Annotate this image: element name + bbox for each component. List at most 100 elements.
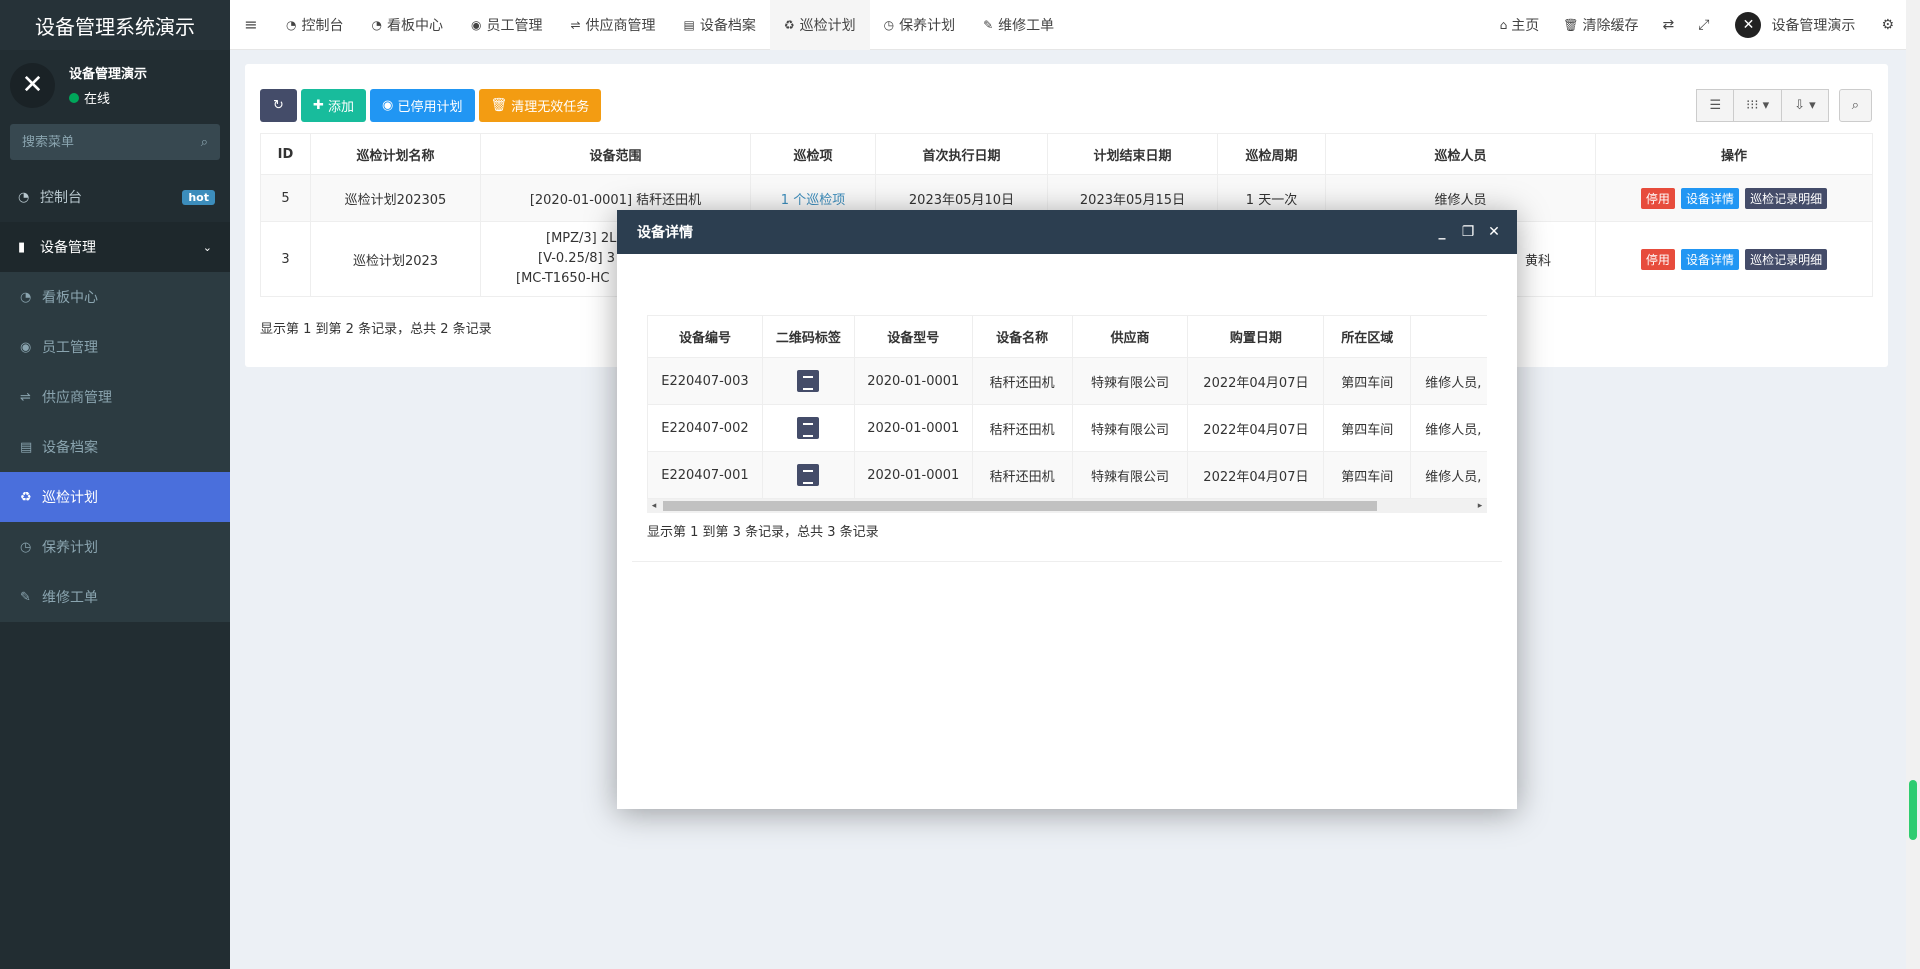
column-header[interactable]: 设备型号 <box>853 315 973 358</box>
tab-archive[interactable]: ▤ 设备档案 <box>670 0 770 50</box>
user-panel: ✕ 设备管理演示 在线 <box>0 50 230 120</box>
sidebar-item-board[interactable]: ◔ 看板中心 <box>0 272 230 322</box>
horizontal-scrollbar[interactable]: ◂ ▸ <box>647 499 1487 513</box>
dashboard-icon: ◔ <box>20 289 32 305</box>
modal-body: 设备编号 二维码标签 设备型号 设备名称 供应商 购置日期 所在区域 负 E22… <box>617 254 1517 809</box>
modal-header[interactable]: 设备详情 _ ❐ ✕ <box>617 210 1517 254</box>
column-header[interactable]: 计划结束日期 <box>1047 133 1218 175</box>
handshake-icon: ⇌ <box>20 389 31 405</box>
equipment-detail-button[interactable]: 设备详情 <box>1680 248 1739 270</box>
column-header[interactable]: 巡检周期 <box>1217 133 1326 175</box>
user-icon: ◉ <box>470 17 482 32</box>
toggle-view-button[interactable]: ☰ <box>1696 89 1735 122</box>
plus-icon: ✚ <box>313 98 329 113</box>
tab-inspection[interactable]: ♻ 巡检计划 <box>769 0 870 50</box>
user-menu[interactable]: ✕ 设备管理演示 <box>1721 11 1869 38</box>
book-icon: ▮ <box>18 239 26 255</box>
close-icon[interactable]: ✕ <box>1481 224 1507 240</box>
page-scrollbar[interactable] <box>1906 0 1920 969</box>
menu-search-input[interactable] <box>22 134 201 150</box>
user-name: 设备管理演示 <box>69 67 148 82</box>
recycle-icon: ♻ <box>20 489 32 505</box>
search-button[interactable]: ⌕ <box>1838 89 1872 122</box>
column-header[interactable]: 设备编号 <box>647 315 763 358</box>
inspection-items-link[interactable]: 1 个巡检项 <box>781 193 845 208</box>
grid-icon: ⁝⁝⁝ ▾ <box>1746 98 1770 113</box>
trash-icon: 🗑 <box>490 98 512 113</box>
trash-icon: 🗑 <box>1563 17 1579 32</box>
qr-code-icon[interactable] <box>797 464 820 486</box>
clock-icon: ◷ <box>20 539 32 555</box>
menu-search: ⌕ <box>10 124 220 160</box>
sidebar-item-supplier[interactable]: ⇌ 供应商管理 <box>0 372 230 422</box>
minimize-icon[interactable]: _ <box>1429 224 1455 240</box>
brand-title[interactable]: 设备管理系统演示 <box>0 0 230 50</box>
divider <box>632 561 1502 562</box>
clear-tasks-button[interactable]: 🗑 清理无效任务 <box>478 89 602 122</box>
export-button[interactable]: ⇩ ▾ <box>1782 89 1829 122</box>
column-header[interactable]: ID <box>260 133 311 175</box>
sidebar-item-maintenance[interactable]: ◷ 保养计划 <box>0 522 230 572</box>
home-link[interactable]: ⌂ 主页 <box>1488 15 1552 35</box>
qr-code-icon[interactable] <box>797 417 820 439</box>
modal-table-wrap: 设备编号 二维码标签 设备型号 设备名称 供应商 购置日期 所在区域 负 E22… <box>647 315 1487 513</box>
column-header[interactable]: 所在区域 <box>1323 315 1412 358</box>
dashboard-icon: ◔ <box>371 17 382 32</box>
tab-repair[interactable]: ✎ 维修工单 <box>969 0 1068 50</box>
qr-code-icon[interactable] <box>797 370 820 392</box>
equipment-detail-button[interactable]: 设备详情 <box>1680 187 1739 209</box>
sidebar-item-repair[interactable]: ✎ 维修工单 <box>0 572 230 622</box>
scroll-thumb[interactable] <box>663 501 1377 511</box>
tab-supplier[interactable]: ⇌ 供应商管理 <box>556 0 669 50</box>
dashboard-icon: ◔ <box>286 17 297 32</box>
column-header[interactable]: 购置日期 <box>1187 315 1325 358</box>
user-status: 在线 <box>69 88 147 107</box>
scroll-left-icon[interactable]: ◂ <box>647 499 661 513</box>
tab-board[interactable]: ◔ 看板中心 <box>357 0 456 50</box>
sidebar-item-dashboard[interactable]: ◔ 控制台 hot <box>0 172 230 222</box>
sidebar-item-inspection[interactable]: ♻ 巡检计划 <box>0 472 230 522</box>
wrench-icon: ✎ <box>983 17 994 32</box>
scroll-right-icon[interactable]: ▸ <box>1473 499 1487 513</box>
add-button[interactable]: ✚ 添加 <box>301 89 367 122</box>
settings-gear-icon[interactable]: ⚙ <box>1869 17 1906 33</box>
disable-button[interactable]: 停用 <box>1640 187 1675 209</box>
refresh-button[interactable]: ↻ <box>260 89 297 122</box>
column-header[interactable]: 操作 <box>1595 133 1873 175</box>
column-header[interactable]: 负 <box>1410 315 1487 358</box>
search-icon[interactable]: ⌕ <box>201 135 208 150</box>
tab-staff[interactable]: ◉ 员工管理 <box>457 0 556 50</box>
column-header[interactable]: 设备范围 <box>480 133 751 175</box>
sidebar-item-staff[interactable]: ◉ 员工管理 <box>0 322 230 372</box>
inspection-records-button[interactable]: 巡检记录明细 <box>1745 187 1828 209</box>
disable-button[interactable]: 停用 <box>1640 248 1675 270</box>
table-row: E220407-003 2020-01-0001 秸秆还田机 特辣有限公司 20… <box>647 357 1487 405</box>
export-icon: ⇩ ▾ <box>1794 98 1816 113</box>
column-header[interactable]: 首次执行日期 <box>875 133 1048 175</box>
translate-icon[interactable]: ⇄ <box>1651 17 1687 33</box>
inspection-records-button[interactable]: 巡检记录明细 <box>1745 248 1828 270</box>
maximize-icon[interactable]: ❐ <box>1455 224 1481 240</box>
fullscreen-icon[interactable]: ⤢ <box>1686 17 1721 33</box>
avatar: ✕ <box>10 62 55 108</box>
page-scroll-thumb[interactable] <box>1909 780 1917 840</box>
sidebar-item-equipment[interactable]: ▮ 设备管理 ⌄ <box>0 222 230 272</box>
column-header[interactable]: 供应商 <box>1071 315 1189 358</box>
column-header[interactable]: 巡检项 <box>750 133 876 175</box>
column-header[interactable]: 二维码标签 <box>761 315 855 358</box>
tab-maintenance[interactable]: ◷ 保养计划 <box>870 0 969 50</box>
sidebar-item-archive[interactable]: ▤ 设备档案 <box>0 422 230 472</box>
disabled-plans-button[interactable]: ◉ 已停用计划 <box>370 89 475 122</box>
refresh-icon: ↻ <box>273 98 284 113</box>
column-header[interactable]: 巡检人员 <box>1325 133 1596 175</box>
clock-icon: ◷ <box>883 17 895 32</box>
columns-button[interactable]: ⁝⁝⁝ ▾ <box>1734 89 1783 122</box>
tab-dashboard[interactable]: ◔ 控制台 <box>272 0 357 50</box>
table-row: E220407-002 2020-01-0001 秸秆还田机 特辣有限公司 20… <box>647 404 1487 452</box>
clear-cache-link[interactable]: 🗑 清除缓存 <box>1551 15 1650 35</box>
home-icon: ⌂ <box>1499 17 1508 32</box>
toolbar-right: ☰ ⁝⁝⁝ ▾ ⇩ ▾ ⌕ <box>1696 89 1872 122</box>
menu-toggle-icon[interactable]: ≡ <box>230 15 272 34</box>
column-header[interactable]: 设备名称 <box>971 315 1073 358</box>
column-header[interactable]: 巡检计划名称 <box>310 133 481 175</box>
